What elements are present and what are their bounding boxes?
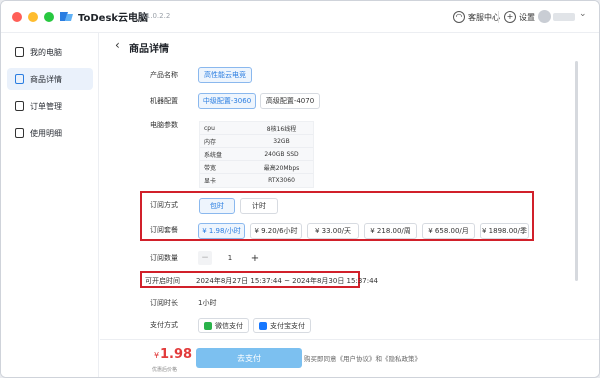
computer-params-label: 电脑参数 bbox=[150, 121, 178, 129]
todesk-logo-icon bbox=[60, 12, 73, 21]
spec-key: cpu bbox=[204, 124, 215, 132]
list-icon bbox=[15, 128, 24, 138]
product-name-label: 产品名称 bbox=[150, 71, 178, 79]
sidebar-item-product-details[interactable]: 商品详情 bbox=[7, 68, 93, 90]
product-name-chip[interactable]: 高性能云电竞 bbox=[198, 67, 252, 83]
price-note: 优惠后价格 bbox=[152, 367, 178, 373]
spec-key: 内存 bbox=[204, 138, 217, 146]
main-content: ‹ 商品详情 产品名称 高性能云电竞 机器配置 中级配置-3060 高级配置-4… bbox=[100, 33, 599, 339]
sidebar-item-label: 商品详情 bbox=[30, 74, 62, 84]
spec-value: 32GB bbox=[273, 137, 290, 145]
headset-icon: ◠ bbox=[453, 11, 465, 23]
computer-icon bbox=[15, 47, 24, 57]
table-row: 系统盘 240GB SSD bbox=[200, 148, 313, 161]
spec-value: 最高20Mbps bbox=[263, 164, 300, 172]
mode-option-metered[interactable]: 计时 bbox=[240, 198, 278, 214]
plan-option[interactable]: ¥ 9.20/6小时 bbox=[250, 223, 302, 239]
settings-label: 设置 bbox=[519, 12, 535, 22]
subscription-plan-label: 订阅套餐 bbox=[150, 226, 178, 234]
chevron-down-icon[interactable]: ⌄ bbox=[579, 9, 587, 19]
agreement-text[interactable]: 购买即同意《用户协议》和《隐私政策》 bbox=[304, 353, 421, 363]
quantity-label: 订阅数量 bbox=[150, 254, 178, 262]
duration-value: 1小时 bbox=[198, 299, 217, 307]
scrollbar[interactable] bbox=[575, 61, 578, 281]
sidebar-item-usage-details[interactable]: 使用明细 bbox=[7, 122, 93, 144]
spec-value: 240GB SSD bbox=[264, 150, 299, 158]
app-version: V1.0.2.2 bbox=[141, 12, 171, 20]
quantity-decrement-button[interactable]: − bbox=[198, 251, 212, 265]
table-row: 显卡 RTX3060 bbox=[200, 174, 313, 187]
spec-table: cpu 8核16线程 内存 32GB 系统盘 240GB SSD 带宽 最高20… bbox=[199, 121, 314, 188]
spec-key: 系统盘 bbox=[204, 151, 223, 159]
username-redacted bbox=[553, 13, 575, 21]
config-option-mid[interactable]: 中级配置-3060 bbox=[198, 93, 256, 109]
sidebar-item-order-management[interactable]: 订单管理 bbox=[7, 95, 93, 117]
spec-value: RTX3060 bbox=[268, 177, 295, 184]
alipay-icon bbox=[259, 321, 267, 330]
plan-option[interactable]: ¥ 658.00/月 bbox=[422, 223, 475, 239]
subscription-mode-label: 订阅方式 bbox=[150, 201, 178, 209]
sidebar-item-my-computer[interactable]: 我的电脑 bbox=[7, 41, 93, 63]
price-currency: ¥ bbox=[154, 351, 160, 360]
config-option-high[interactable]: 高级配置-4070 bbox=[260, 93, 320, 109]
close-window-button[interactable] bbox=[12, 12, 22, 22]
plan-option[interactable]: ¥ 218.00/周 bbox=[364, 223, 417, 239]
spec-key: 带宽 bbox=[204, 164, 217, 172]
spec-value: 8核16线程 bbox=[266, 125, 297, 133]
support-center-button[interactable]: ◠ 客服中心 bbox=[453, 8, 500, 26]
app-window: ToDesk云电脑 V1.0.2.2 ◠ 客服中心 + 设置 ⌄ 我的电脑 商品… bbox=[0, 0, 600, 378]
document-icon bbox=[15, 74, 24, 84]
settings-plus-icon: + bbox=[504, 11, 516, 23]
minimize-window-button[interactable] bbox=[28, 12, 38, 22]
checkout-footer: ¥ 1.98 优惠后价格 去支付 购买即同意《用户协议》和《隐私政策》 bbox=[100, 339, 599, 377]
page-title: 商品详情 bbox=[129, 44, 169, 55]
wechat-icon bbox=[204, 321, 212, 330]
price-value: 1.98 bbox=[160, 347, 193, 362]
quantity-stepper[interactable]: 1 bbox=[213, 251, 247, 265]
table-row: 带宽 最高20Mbps bbox=[200, 161, 313, 174]
table-row: 内存 32GB bbox=[200, 135, 313, 148]
machine-config-label: 机器配置 bbox=[150, 97, 178, 105]
sidebar-item-label: 我的电脑 bbox=[30, 47, 62, 57]
quantity-increment-button[interactable]: + bbox=[248, 251, 262, 265]
alipay-label: 支付宝支付 bbox=[270, 321, 305, 330]
avatar[interactable] bbox=[538, 10, 551, 23]
wechat-pay-label: 微信支付 bbox=[215, 321, 243, 330]
title-bar: ToDesk云电脑 V1.0.2.2 ◠ 客服中心 + 设置 ⌄ bbox=[1, 1, 599, 33]
plan-option[interactable]: ¥ 1.98/小时 bbox=[198, 223, 245, 239]
support-center-label: 客服中心 bbox=[468, 12, 500, 22]
payment-method-label: 支付方式 bbox=[150, 321, 178, 329]
order-icon bbox=[15, 101, 24, 111]
table-row: cpu 8核16线程 bbox=[200, 122, 313, 135]
sidebar-item-label: 使用明细 bbox=[30, 128, 62, 138]
settings-button[interactable]: + 设置 bbox=[504, 8, 535, 26]
plan-option[interactable]: ¥ 33.00/天 bbox=[307, 223, 359, 239]
alipay-option[interactable]: 支付宝支付 bbox=[253, 318, 311, 333]
back-button[interactable]: ‹ bbox=[115, 38, 120, 52]
open-time-label: 可开启时间 bbox=[145, 277, 180, 285]
app-name: ToDesk云电脑 bbox=[78, 13, 149, 24]
open-time-value: 2024年8月27日 15:37:44 ~ 2024年8月30日 15:37:4… bbox=[196, 277, 378, 285]
wechat-pay-option[interactable]: 微信支付 bbox=[198, 318, 249, 333]
mode-option-package[interactable]: 包时 bbox=[199, 198, 235, 214]
plan-option[interactable]: ¥ 1898.00/季 bbox=[480, 223, 529, 239]
spec-key: 显卡 bbox=[204, 178, 217, 185]
sidebar-item-label: 订单管理 bbox=[30, 101, 62, 111]
sidebar: 我的电脑 商品详情 订单管理 使用明细 bbox=[1, 33, 99, 377]
maximize-window-button[interactable] bbox=[44, 12, 54, 22]
titlebar-divider bbox=[498, 11, 499, 23]
pay-button[interactable]: 去支付 bbox=[196, 348, 302, 368]
duration-label: 订阅时长 bbox=[150, 299, 178, 307]
